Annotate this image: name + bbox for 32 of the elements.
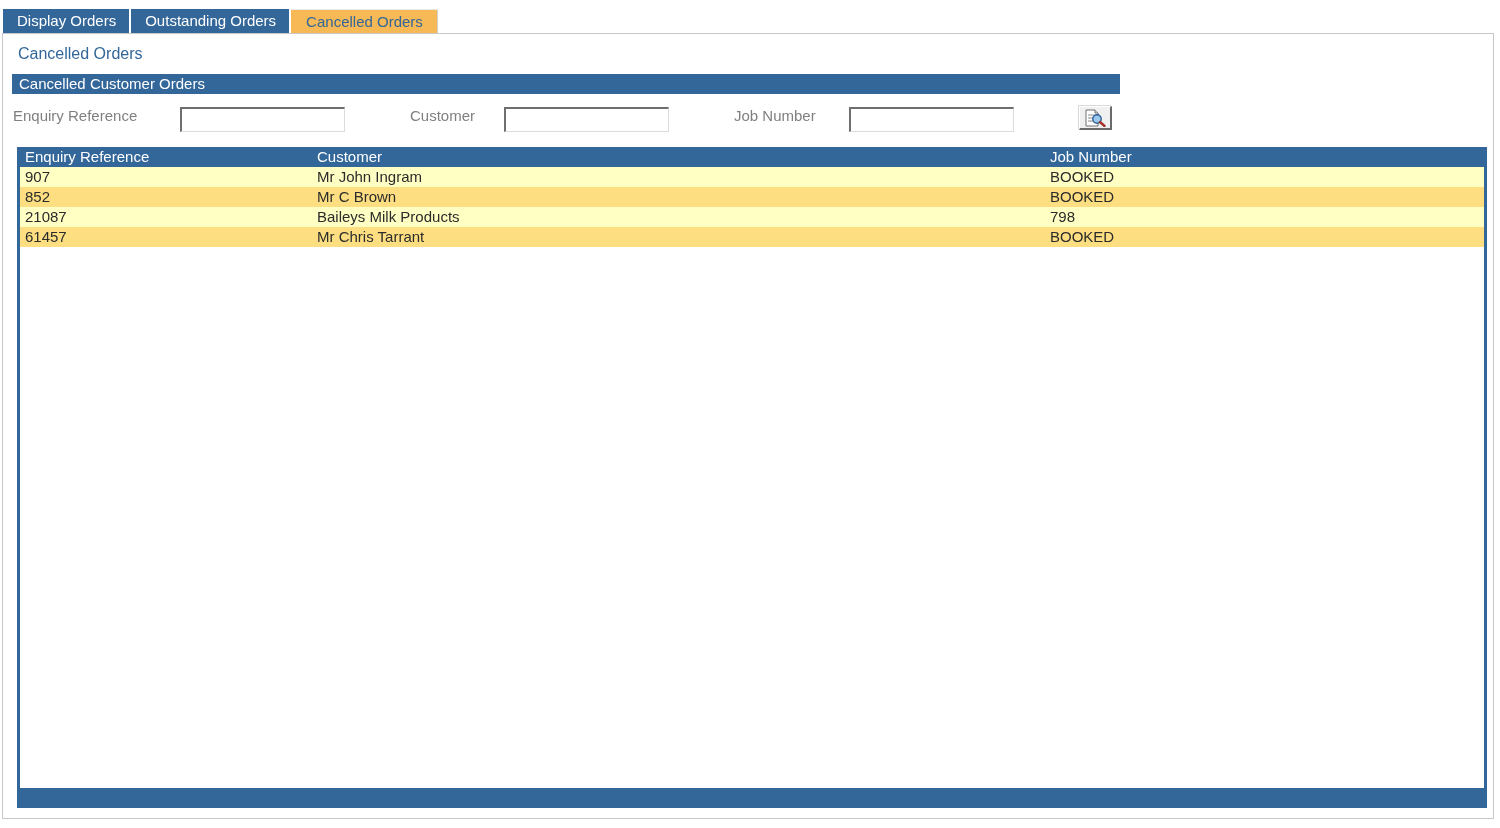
- section-header: Cancelled Customer Orders: [12, 74, 1120, 94]
- table-cell-text: Mr Chris Tarrant: [316, 227, 426, 247]
- tab[interactable]: Cancelled Orders: [291, 9, 438, 33]
- column-header: Customer: [316, 147, 384, 167]
- table-row[interactable]: 852 Mr C Brown BOOKED: [20, 187, 1484, 207]
- table-cell-text: BOOKED: [1049, 167, 1116, 187]
- column-header: Job Number: [1049, 147, 1133, 167]
- table-row[interactable]: 907 Mr John Ingram BOOKED: [20, 167, 1484, 187]
- table-cell-text: 21087: [24, 207, 68, 227]
- table-cell-text: 61457: [24, 227, 68, 247]
- table-cell-text: 907: [24, 167, 52, 187]
- table-cell-text: 852: [24, 187, 52, 207]
- field-label: Enquiry Reference: [13, 106, 138, 124]
- column-header: Enquiry Reference: [24, 147, 151, 167]
- input-field[interactable]: [504, 106, 669, 132]
- search-button[interactable]: [1079, 106, 1112, 130]
- table-cell-text: Baileys Milk Products: [316, 207, 461, 227]
- document-magnifier-icon: [1084, 108, 1106, 127]
- table-cell-text: 798: [1049, 207, 1077, 227]
- field-label: Customer: [410, 106, 476, 124]
- table-cell-text: BOOKED: [1049, 227, 1116, 247]
- table-cell-text: Mr John Ingram: [316, 167, 424, 187]
- input-field[interactable]: [849, 106, 1014, 132]
- page-title: Cancelled Orders: [18, 44, 143, 64]
- table-cell-text: Mr C Brown: [316, 187, 398, 207]
- field-label: Job Number: [734, 106, 816, 124]
- table-row[interactable]: 61457 Mr Chris Tarrant BOOKED: [20, 227, 1484, 247]
- tab[interactable]: Outstanding Orders: [131, 9, 290, 33]
- table-row[interactable]: 21087 Baileys Milk Products 798: [20, 207, 1484, 227]
- input-field[interactable]: [180, 106, 345, 132]
- table-cell-text: BOOKED: [1049, 187, 1116, 207]
- tab[interactable]: Display Orders: [3, 9, 130, 33]
